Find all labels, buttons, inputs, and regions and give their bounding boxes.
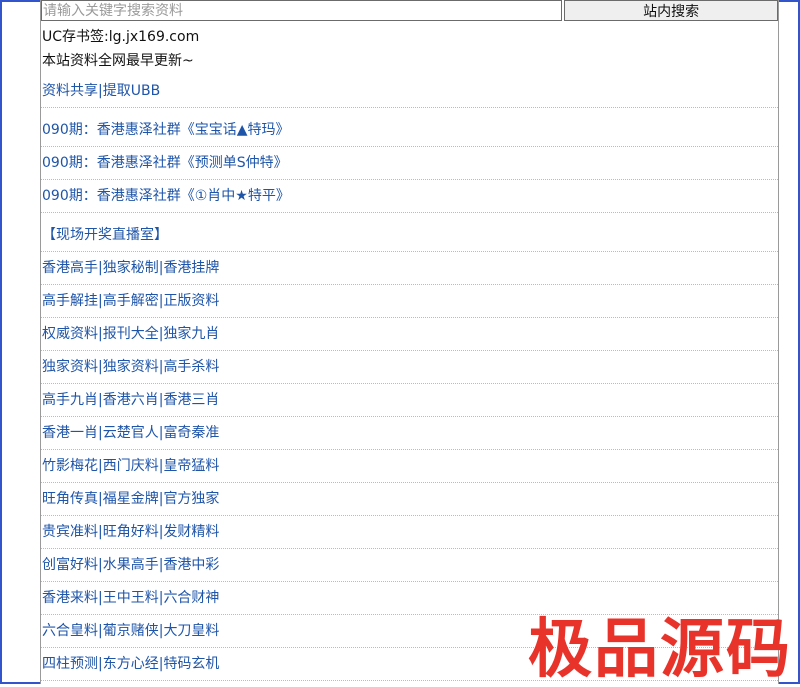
share-links-row: 资料共享|提取UBB <box>41 75 778 108</box>
category-link[interactable]: 独家秘制 <box>103 260 159 276</box>
category-link[interactable]: 香港中彩 <box>163 557 219 573</box>
link-row: 竹影梅花|西门庆料|皇帝猛料 <box>41 450 778 483</box>
link-row: 贵宾准料|旺角好料|发财精料 <box>41 516 778 549</box>
category-link[interactable]: 高手解挂 <box>42 293 98 309</box>
category-link[interactable]: 旺角好料 <box>103 524 159 540</box>
category-link[interactable]: 独家资料 <box>42 359 98 375</box>
search-input[interactable] <box>41 0 563 21</box>
search-bar: 站内搜索 <box>41 0 778 21</box>
post-row: 090期：香港惠泽社群《宝宝话▲特玛》 <box>41 114 778 147</box>
page-content: 站内搜索 UC存书签:lg.jx169.com 本站资料全网最早更新~ 资料共享… <box>40 0 779 684</box>
category-link[interactable]: 香港高手 <box>42 260 98 276</box>
update-notice: 本站资料全网最早更新~ <box>42 53 194 69</box>
category-link[interactable]: 皇帝猛料 <box>163 458 219 474</box>
live-room-row: 【现场开奖直播室】 <box>41 219 778 252</box>
link-row: 创富好料|水果高手|香港中彩 <box>41 549 778 582</box>
category-link[interactable]: 六合财神 <box>163 590 219 606</box>
category-link[interactable]: 高手九肖 <box>42 392 98 408</box>
post-link[interactable]: 090期：香港惠泽社群《宝宝话▲特玛》 <box>42 122 290 138</box>
link-row: 香港来料|王中王料|六合财神 <box>41 582 778 615</box>
category-link[interactable]: 特码玄机 <box>163 656 219 672</box>
post-row: 090期：香港惠泽社群《①肖中★特平》 <box>41 180 778 213</box>
category-link[interactable]: 贵宾准料 <box>42 524 98 540</box>
category-link[interactable]: 独家九肖 <box>163 326 219 342</box>
link-row: 六合皇料|葡京赌侠|大刀皇料 <box>41 615 778 648</box>
post-link[interactable]: 090期：香港惠泽社群《①肖中★特平》 <box>42 188 290 204</box>
category-link[interactable]: 王中王料 <box>103 590 159 606</box>
category-link[interactable]: 创富好料 <box>42 557 98 573</box>
category-link[interactable]: 独家资料 <box>103 359 159 375</box>
category-link[interactable]: 香港三肖 <box>163 392 219 408</box>
category-link[interactable]: 葡京赌侠 <box>103 623 159 639</box>
share-link-get-ubb[interactable]: 提取UBB <box>103 83 160 99</box>
link-row: 香港高手|独家秘制|香港挂牌 <box>41 252 778 285</box>
category-link[interactable]: 西门庆料 <box>103 458 159 474</box>
link-rows: 香港高手|独家秘制|香港挂牌 高手解挂|高手解密|正版资料 权威资料|报刊大全|独家… <box>41 252 778 681</box>
category-link[interactable]: 东方心经 <box>103 656 159 672</box>
category-link[interactable]: 权威资料 <box>42 326 98 342</box>
post-link[interactable]: 090期：香港惠泽社群《预测单S仲特》 <box>42 155 288 171</box>
link-row: 权威资料|报刊大全|独家九肖 <box>41 318 778 351</box>
category-link[interactable]: 六合皇料 <box>42 623 98 639</box>
category-link[interactable]: 正版资料 <box>163 293 219 309</box>
post-row: 090期：香港惠泽社群《预测单S仲特》 <box>41 147 778 180</box>
link-row: 高手解挂|高手解密|正版资料 <box>41 285 778 318</box>
category-link[interactable]: 发财精料 <box>163 524 219 540</box>
category-link[interactable]: 竹影梅花 <box>42 458 98 474</box>
category-link[interactable]: 官方独家 <box>163 491 219 507</box>
category-link[interactable]: 香港挂牌 <box>163 260 219 276</box>
category-link[interactable]: 大刀皇料 <box>163 623 219 639</box>
category-link[interactable]: 旺角传真 <box>42 491 98 507</box>
live-room-link[interactable]: 【现场开奖直播室】 <box>42 227 168 243</box>
category-link[interactable]: 香港一肖 <box>42 425 98 441</box>
category-link[interactable]: 高手杀料 <box>163 359 219 375</box>
link-row: 旺角传真|福星金牌|官方独家 <box>41 483 778 516</box>
category-link[interactable]: 香港六肖 <box>103 392 159 408</box>
link-row: 香港一肖|云楚官人|富奇秦准 <box>41 417 778 450</box>
site-search-button[interactable]: 站内搜索 <box>564 0 778 21</box>
category-link[interactable]: 云楚官人 <box>103 425 159 441</box>
category-link[interactable]: 水果高手 <box>103 557 159 573</box>
category-link[interactable]: 高手解密 <box>103 293 159 309</box>
category-link[interactable]: 香港来料 <box>42 590 98 606</box>
link-row: 四柱预测|东方心经|特码玄机 <box>41 648 778 681</box>
category-link[interactable]: 四柱预测 <box>42 656 98 672</box>
category-link[interactable]: 富奇秦准 <box>163 425 219 441</box>
category-link[interactable]: 报刊大全 <box>103 326 159 342</box>
bookmark-text: UC存书签:lg.jx169.com <box>42 29 200 45</box>
link-row: 高手九肖|香港六肖|香港三肖 <box>41 384 778 417</box>
share-link-data-sharing[interactable]: 资料共享 <box>42 83 98 99</box>
link-row: 独家资料|独家资料|高手杀料 <box>41 351 778 384</box>
category-link[interactable]: 福星金牌 <box>103 491 159 507</box>
